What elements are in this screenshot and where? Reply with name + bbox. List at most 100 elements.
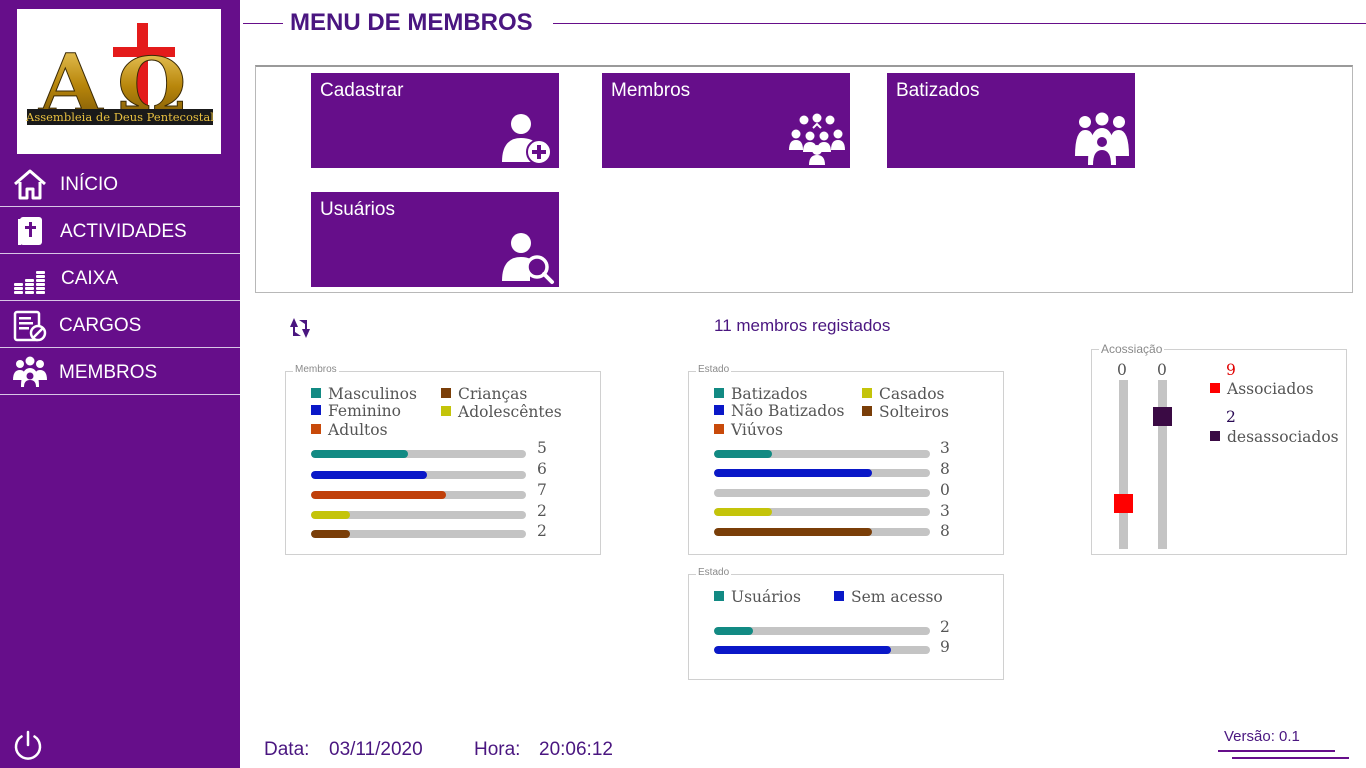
header-divider bbox=[553, 23, 1366, 24]
legend-label: Viúvos bbox=[731, 421, 783, 439]
legend-swatch bbox=[311, 424, 321, 434]
bar-fill bbox=[714, 528, 872, 536]
tile-label: Membros bbox=[611, 80, 691, 101]
legend-label: desassociados bbox=[1227, 428, 1339, 446]
logo: A Ω Assembleia de Deus Pentecostal bbox=[17, 9, 221, 154]
legend-associados: Associados bbox=[1210, 380, 1314, 398]
sidebar-item-membros[interactable]: MEMBROS bbox=[0, 349, 240, 395]
legend-swatch bbox=[714, 424, 724, 434]
sidebar-item-caixa[interactable]: CAIXA bbox=[0, 255, 240, 301]
legend-label: Solteiros bbox=[879, 403, 949, 421]
legend-swatch bbox=[714, 591, 724, 601]
bar-adultos bbox=[311, 491, 526, 499]
bar-value: 2 bbox=[537, 522, 547, 540]
bar-value: 7 bbox=[537, 481, 547, 499]
box-title: Membros bbox=[293, 364, 339, 375]
bar-usuarios bbox=[714, 627, 930, 635]
legend-label: Não Batizados bbox=[731, 402, 845, 420]
legend-swatch bbox=[1210, 431, 1220, 441]
tiles-panel: Cadastrar Membros Batizados Usuários bbox=[255, 65, 1353, 293]
bar-value: 3 bbox=[940, 439, 950, 457]
bar-nao-batizados bbox=[714, 469, 930, 477]
bar-fill bbox=[311, 471, 428, 479]
tile-label: Batizados bbox=[896, 80, 980, 101]
time-value: 20:06:12 bbox=[539, 739, 613, 760]
legend-viuvos: Viúvos bbox=[714, 421, 783, 439]
time-label: Hora: bbox=[474, 739, 521, 760]
bar-criancas bbox=[311, 530, 526, 538]
bible-icon bbox=[18, 217, 42, 245]
bar-fill bbox=[714, 450, 773, 458]
legend-label: Sem acesso bbox=[851, 588, 943, 606]
power-icon[interactable] bbox=[11, 729, 45, 763]
legend-nao-batizados: Não Batizados bbox=[714, 402, 845, 420]
sidebar: A Ω Assembleia de Deus Pentecostal INÍCI… bbox=[0, 0, 240, 768]
slider-value: 0 bbox=[1117, 361, 1127, 379]
date-value: 03/11/2020 bbox=[329, 739, 423, 760]
legend-swatch bbox=[862, 388, 872, 398]
membros-stats-box: Membros Masculinos Crianças Feminino Ado… bbox=[285, 364, 601, 555]
bar-sem-acesso bbox=[714, 646, 930, 654]
bar-value: 3 bbox=[940, 502, 950, 520]
legend-label: Adultos bbox=[328, 421, 388, 439]
members-count: 11 membros registados bbox=[714, 316, 891, 335]
legend-usuarios: Usuários bbox=[714, 588, 801, 606]
box-title: Acossiação bbox=[1099, 342, 1165, 356]
bar-adolescentes bbox=[311, 511, 526, 519]
legend-swatch bbox=[441, 406, 451, 416]
slider-thumb-associados[interactable] bbox=[1114, 494, 1133, 513]
header-divider bbox=[243, 23, 283, 24]
group-icon bbox=[13, 356, 47, 387]
bar-value: 9 bbox=[940, 638, 950, 656]
legend-label: Batizados bbox=[731, 385, 808, 403]
sidebar-item-cargos[interactable]: CARGOS bbox=[0, 302, 240, 348]
legend-swatch bbox=[311, 405, 321, 415]
bar-value: 5 bbox=[537, 439, 547, 457]
document-block-icon bbox=[13, 310, 47, 342]
bar-value: 8 bbox=[940, 460, 950, 478]
sidebar-item-label: CARGOS bbox=[59, 315, 142, 336]
acossiacao-box: Acossiação 0 0 9 Associados 2 desassocia… bbox=[1091, 342, 1347, 555]
sidebar-item-actividades[interactable]: ACTIVIDADES bbox=[0, 208, 240, 254]
page-title: MENU DE MEMBROS bbox=[290, 9, 533, 36]
legend-casados: Casados bbox=[862, 385, 945, 403]
legend-feminino: Feminino bbox=[311, 402, 401, 420]
tile-usuarios[interactable]: Usuários bbox=[311, 192, 559, 287]
bar-fill bbox=[311, 530, 350, 538]
bar-viuvos bbox=[714, 489, 930, 497]
slider-track-associados[interactable] bbox=[1114, 380, 1133, 549]
legend-swatch bbox=[714, 405, 724, 415]
bar-fill bbox=[714, 469, 872, 477]
legend-label: Usuários bbox=[731, 588, 801, 606]
legend-solteiros: Solteiros bbox=[862, 403, 949, 421]
slider-track-desassociados[interactable] bbox=[1153, 380, 1172, 549]
legend-swatch bbox=[311, 388, 321, 398]
legend-desassociados: desassociados bbox=[1210, 428, 1339, 446]
sidebar-item-inicio[interactable]: INÍCIO bbox=[0, 161, 240, 207]
bar-fill bbox=[311, 491, 447, 499]
alpha-omega-cross-logo: A Ω Assembleia de Deus Pentecostal bbox=[25, 23, 214, 134]
tile-cadastrar[interactable]: Cadastrar bbox=[311, 73, 559, 168]
usuarios-stats-box: Estado Usuários Sem acesso 2 9 bbox=[688, 567, 1004, 680]
bar-fill bbox=[714, 508, 773, 516]
legend-swatch bbox=[714, 388, 724, 398]
tile-label: Usuários bbox=[320, 199, 395, 220]
legend-masculinos: Masculinos bbox=[311, 385, 417, 403]
family-icon bbox=[1075, 112, 1129, 165]
legend-criancas: Crianças bbox=[441, 385, 527, 403]
home-icon bbox=[14, 169, 46, 200]
tile-membros[interactable]: Membros bbox=[602, 73, 850, 168]
refresh-icon[interactable] bbox=[284, 313, 316, 343]
legend-adultos: Adultos bbox=[311, 421, 388, 439]
tile-batizados[interactable]: Batizados bbox=[887, 73, 1135, 168]
sidebar-item-label: ACTIVIDADES bbox=[60, 221, 187, 242]
user-add-icon bbox=[502, 114, 552, 165]
legend-swatch bbox=[834, 591, 844, 601]
bar-batizados bbox=[714, 450, 930, 458]
legend-sem-acesso: Sem acesso bbox=[834, 588, 943, 606]
legend-label: Casados bbox=[879, 385, 945, 403]
slider-thumb-desassociados[interactable] bbox=[1153, 407, 1172, 426]
bar-value: 2 bbox=[940, 618, 950, 636]
version-underline bbox=[1218, 750, 1335, 752]
desassociados-count: 2 bbox=[1226, 408, 1236, 426]
